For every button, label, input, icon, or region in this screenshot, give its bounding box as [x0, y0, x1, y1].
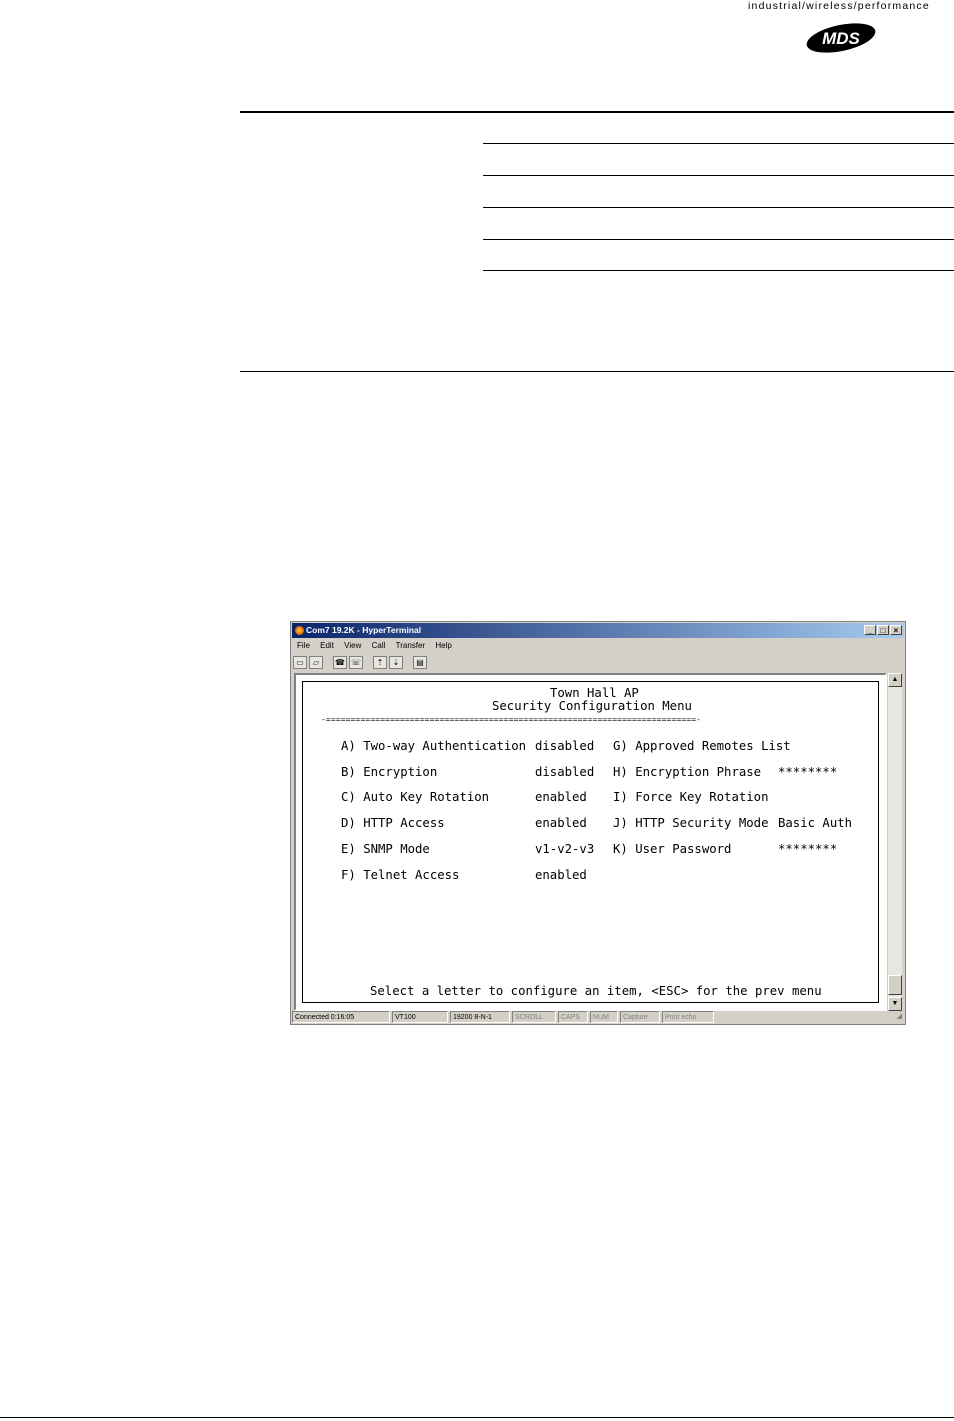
status-scroll: SCROLL — [512, 1011, 556, 1023]
properties-icon[interactable]: ▤ — [413, 655, 427, 669]
status-bar: Connected 0:16:05 VT100 19200 8-N-1 SCRO… — [292, 1011, 904, 1023]
menu-item-k-value: ******** — [778, 842, 838, 856]
scroll-thumb[interactable] — [888, 975, 902, 995]
brand-tagline: industrial/wireless/performance — [748, 0, 930, 12]
menu-item-k-label[interactable]: K) User Password — [613, 842, 731, 856]
terminal-subtitle: Security Configuration Menu — [492, 699, 692, 713]
terminal-separator: -=======================================… — [321, 715, 702, 724]
menu-item-d-value: enabled — [535, 816, 587, 830]
section-rule-bottom — [240, 371, 954, 372]
menu-item-h-value: ******** — [778, 765, 838, 779]
scroll-down-icon[interactable]: ▼ — [888, 997, 902, 1011]
menu-item-f-label[interactable]: F) Telnet Access — [341, 868, 459, 882]
table-rule — [483, 207, 954, 208]
menu-view[interactable]: View — [344, 641, 361, 650]
status-capture: Capture — [620, 1011, 660, 1023]
menu-transfer[interactable]: Transfer — [396, 641, 426, 650]
logo-text: MDS — [822, 29, 860, 48]
receive-icon[interactable]: ⇣ — [389, 655, 403, 669]
page-footer-rule — [0, 1417, 954, 1418]
status-settings: 19200 8-N-1 — [450, 1011, 510, 1023]
mds-logo: MDS — [806, 23, 876, 53]
status-emulation: VT100 — [392, 1011, 448, 1023]
menu-help[interactable]: Help — [435, 641, 451, 650]
menu-item-f-value: enabled — [535, 868, 587, 882]
terminal-title: Town Hall AP — [550, 686, 639, 700]
status-num: NUM — [590, 1011, 618, 1023]
terminal-footer-prompt: Select a letter to configure an item, <E… — [370, 984, 822, 998]
scroll-up-icon[interactable]: ▲ — [888, 673, 902, 687]
section-rule-top — [240, 111, 954, 113]
status-caps: CAPS — [558, 1011, 588, 1023]
status-connected: Connected 0:16:05 — [292, 1011, 390, 1023]
menu-item-b-label[interactable]: B) Encryption — [341, 765, 437, 779]
table-rule — [483, 143, 954, 144]
hyperterminal-app-icon — [295, 626, 304, 635]
menu-item-i-label[interactable]: I) Force Key Rotation — [613, 790, 768, 804]
menu-item-b-value: disabled — [535, 765, 595, 779]
menu-edit[interactable]: Edit — [320, 641, 334, 650]
menu-item-e-label[interactable]: E) SNMP Mode — [341, 842, 430, 856]
open-icon[interactable]: ▱ — [309, 655, 323, 669]
table-rule — [483, 175, 954, 176]
menu-item-j-label[interactable]: J) HTTP Security Mode — [613, 816, 768, 830]
terminal-screen[interactable]: Town Hall AP Security Configuration Menu… — [294, 673, 887, 1011]
close-button[interactable]: × — [890, 625, 902, 635]
maximize-button[interactable]: □ — [877, 625, 889, 635]
menu-item-e-value: v1-v2-v3 — [535, 842, 595, 856]
menu-item-g-label[interactable]: G) Approved Remotes List — [613, 739, 791, 753]
menu-item-d-label[interactable]: D) HTTP Access — [341, 816, 445, 830]
menu-item-h-label[interactable]: H) Encryption Phrase — [613, 765, 761, 779]
new-icon[interactable]: ▭ — [293, 655, 307, 669]
hyperterminal-window: Com7 19.2K - HyperTerminal _ □ × File Ed… — [290, 621, 906, 1025]
menu-item-c-value: enabled — [535, 790, 587, 804]
connect-icon[interactable]: ☎ — [333, 655, 347, 669]
menu-item-a-value: disabled — [535, 739, 595, 753]
toolbar: ▭ ▱ ☎ ☏ ⇡ ⇣ ▤ — [293, 654, 427, 670]
disconnect-icon[interactable]: ☏ — [349, 655, 363, 669]
send-icon[interactable]: ⇡ — [373, 655, 387, 669]
menu-call[interactable]: Call — [372, 641, 386, 650]
menu-bar: File Edit View Call Transfer Help — [293, 639, 456, 652]
resize-grip-icon[interactable]: ◢ — [716, 1011, 902, 1023]
menu-item-j-value: Basic Auth — [778, 816, 853, 830]
window-title: Com7 19.2K - HyperTerminal — [306, 625, 422, 635]
menu-item-a-label[interactable]: A) Two-way Authentication — [341, 739, 526, 753]
vertical-scrollbar[interactable]: ▲ ▼ — [888, 673, 902, 1011]
table-rule — [483, 239, 954, 240]
minimize-button[interactable]: _ — [864, 625, 876, 635]
table-rule — [483, 270, 954, 271]
menu-item-c-label[interactable]: C) Auto Key Rotation — [341, 790, 489, 804]
status-print-echo: Print echo — [662, 1011, 714, 1023]
menu-file[interactable]: File — [297, 641, 310, 650]
title-bar[interactable]: Com7 19.2K - HyperTerminal _ □ × — [292, 623, 904, 638]
